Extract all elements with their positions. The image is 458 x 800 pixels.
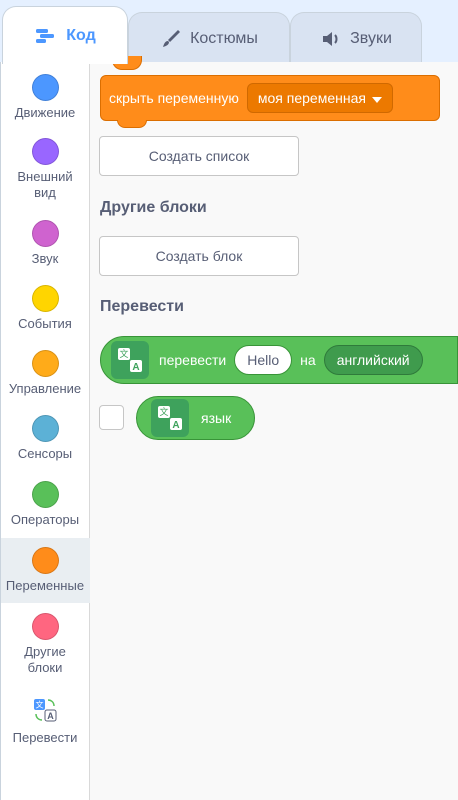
my-blocks-title: Другие блоки [100,199,207,216]
control-dot-icon [31,350,59,377]
category-label: Движение [14,105,76,120]
category-my-blocks[interactable]: Другие блоки [0,607,90,682]
category-label: Другие блоки [24,644,66,675]
translate-icon: 文 A [151,399,189,437]
category-label: Управление [8,381,82,396]
svg-text:A: A [172,420,179,431]
category-label: Переменные [5,578,85,593]
code-icon [34,27,58,45]
brush-icon [160,28,182,50]
language-reporter-checkbox[interactable] [99,405,124,430]
sensing-dot-icon [31,415,59,442]
category-label: Операторы [10,512,80,527]
my-blocks-dot-icon [31,613,59,640]
category-label: События [18,316,72,331]
events-dot-icon [31,285,59,312]
editor-tab-bar: Код Костюмы Звуки [0,0,458,64]
translate-block[interactable]: 文 A перевести Hello на английский [100,336,458,384]
category-label: Перевести [12,730,78,745]
block-notch [117,120,147,128]
category-label: Внешний вид [17,169,73,200]
hide-variable-label: скрыть переменную [109,90,239,106]
tab-costumes-label: Костюмы [190,29,258,47]
category-sound[interactable]: Звук [0,214,90,274]
category-label: Сенсоры [17,446,73,461]
translate-icon: 文 A [111,341,149,379]
translate-to-label: на [300,352,316,368]
menu-border [0,62,1,800]
category-events[interactable]: События [0,279,90,339]
hide-variable-block[interactable]: скрыть переменную моя переменная [100,75,440,128]
translate-block-label: перевести [159,352,227,368]
speaker-icon [320,29,342,49]
category-motion[interactable]: Движение [0,68,90,128]
category-control[interactable]: Управление [0,344,90,404]
operators-dot-icon [31,481,59,508]
motion-dot-icon [31,74,59,101]
category-sensing[interactable]: Сенсоры [0,409,90,469]
translate-title: Перевести [100,298,184,315]
svg-text:文: 文 [159,406,168,418]
svg-text:A: A [47,711,54,721]
variable-dropdown[interactable]: моя переменная [246,83,393,113]
svg-text:文: 文 [119,348,128,360]
looks-dot-icon [31,138,59,165]
sound-dot-icon [31,220,59,247]
variable-dropdown-value: моя переменная [257,90,366,106]
tab-code-label: Код [66,26,96,44]
tab-sounds-label: Звуки [350,29,392,47]
tab-sounds[interactable]: Звуки [290,12,422,64]
make-list-button[interactable]: Создать список [99,136,299,176]
tab-code[interactable]: Код [2,6,128,64]
tab-costumes[interactable]: Костюмы [128,12,290,64]
language-reporter-label: язык [201,410,232,426]
category-variables[interactable]: Переменные [0,538,90,603]
translate-icon: 文 A [31,696,59,724]
variables-dot-icon [31,547,59,574]
category-menu: Движение Внешний вид Звук События Управл… [0,62,90,800]
svg-text:A: A [132,362,139,373]
category-operators[interactable]: Операторы [0,475,90,535]
language-reporter-block[interactable]: 文 A язык [136,396,255,440]
category-translate[interactable]: 文 A Перевести [0,692,90,752]
caret-down-icon [371,90,382,106]
translate-text-input[interactable]: Hello [234,345,293,375]
svg-text:文: 文 [36,700,44,710]
category-looks[interactable]: Внешний вид [0,132,90,202]
category-label: Звук [31,251,59,266]
make-block-button[interactable]: Создать блок [99,236,299,276]
language-dropdown[interactable]: английский [323,345,423,375]
